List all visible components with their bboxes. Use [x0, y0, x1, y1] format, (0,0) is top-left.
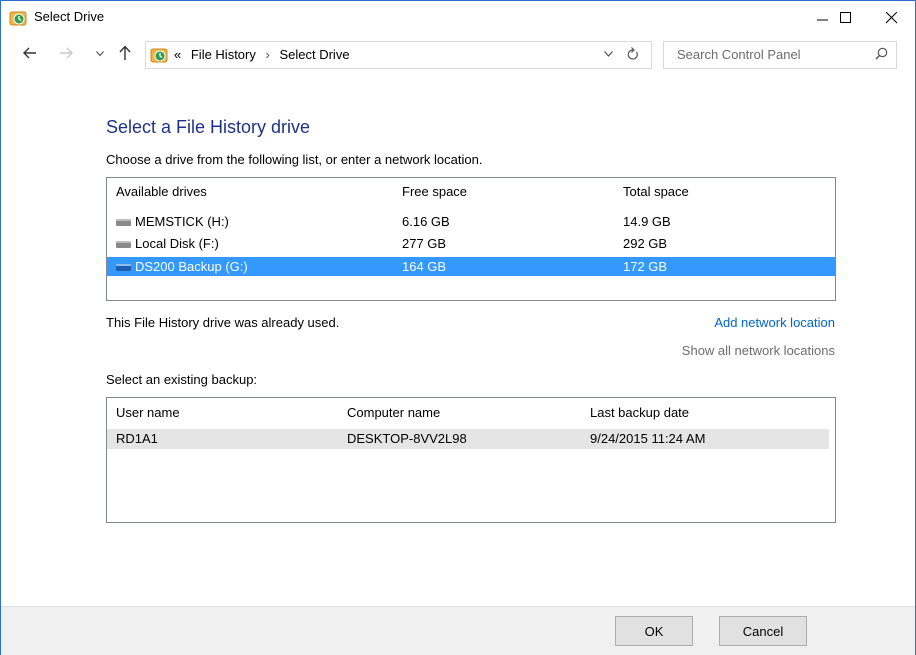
show-network-locations-label: Show all network locations	[681, 343, 835, 358]
column-free-space[interactable]: Free space	[402, 184, 467, 199]
column-user-name[interactable]: User name	[116, 405, 180, 420]
up-arrow-icon[interactable]	[119, 45, 131, 61]
drive-name: Local Disk (F:)	[135, 236, 219, 251]
drive-name: MEMSTICK (H:)	[135, 214, 229, 229]
file-history-icon	[9, 11, 27, 26]
ok-button[interactable]: OK	[615, 616, 693, 646]
available-drives-list[interactable]: Available drives Free space Total space …	[106, 177, 836, 301]
drive-name: DS200 Backup (G:)	[135, 259, 248, 274]
search-placeholder: Search Control Panel	[677, 47, 801, 62]
breadcrumb-file-history[interactable]: File History	[191, 47, 256, 62]
backups-list-header: User name Computer name Last backup date	[107, 403, 829, 423]
drive-free-space: 277 GB	[402, 236, 447, 251]
drive-icon	[116, 264, 131, 271]
drive-free-space: 6.16 GB	[402, 214, 450, 229]
drive-icon	[116, 241, 131, 248]
column-computer-name[interactable]: Computer name	[347, 405, 440, 420]
drive-used-message: This File History drive was already used…	[106, 315, 340, 330]
forward-arrow-icon[interactable]	[59, 47, 73, 59]
cancel-button[interactable]: Cancel	[719, 616, 807, 646]
close-icon	[886, 12, 898, 24]
maximize-button[interactable]	[823, 1, 869, 35]
breadcrumb-select-drive[interactable]: Select Drive	[279, 47, 349, 62]
column-last-backup-date[interactable]: Last backup date	[590, 405, 689, 420]
drive-row-ds200-backup[interactable]: DS200 Backup (G:) 164 GB 172 GB	[107, 257, 835, 276]
cancel-label: Cancel	[742, 623, 784, 639]
refresh-icon[interactable]	[627, 47, 639, 61]
dialog-footer: OK Cancel	[1, 606, 915, 655]
backup-computer-name: DESKTOP-8VV2L98	[347, 431, 467, 446]
search-icon[interactable]	[875, 47, 888, 60]
breadcrumb-separator[interactable]: ›	[266, 47, 270, 62]
drive-total-space: 292 GB	[623, 236, 668, 251]
column-total-space[interactable]: Total space	[623, 184, 689, 199]
ok-label: OK	[644, 623, 664, 639]
drive-total-space: 14.9 GB	[623, 214, 671, 229]
instruction-text: Choose a drive from the following list, …	[106, 152, 483, 167]
backup-row[interactable]: RD1A1 DESKTOP-8VV2L98 9/24/2015 11:24 AM	[107, 429, 829, 449]
backup-user-name: RD1A1	[116, 431, 158, 446]
existing-backup-label: Select an existing backup:	[106, 372, 258, 387]
drive-row-memstick[interactable]: MEMSTICK (H:) 6.16 GB 14.9 GB	[107, 212, 835, 231]
breadcrumb-overflow[interactable]: «	[174, 47, 181, 62]
back-arrow-icon[interactable]	[23, 47, 37, 59]
drive-total-space: 172 GB	[623, 259, 668, 274]
show-network-locations-link[interactable]: Show all network locations	[682, 343, 835, 358]
window-title: Select Drive	[34, 9, 105, 24]
drive-row-local-disk[interactable]: Local Disk (F:) 277 GB 292 GB	[107, 234, 835, 253]
page-title: Select a File History drive	[106, 117, 311, 137]
control-panel-icon	[150, 48, 168, 63]
column-available-drives[interactable]: Available drives	[116, 184, 207, 199]
title-bar: Select Drive	[1, 1, 915, 35]
recent-locations-chevron-icon[interactable]	[96, 51, 104, 57]
backup-last-date: 9/24/2015 11:24 AM	[590, 431, 706, 446]
add-network-location-link[interactable]: Add network location	[714, 315, 835, 330]
address-bar[interactable]: « File History › Select Drive	[145, 41, 652, 69]
address-dropdown-icon[interactable]	[604, 51, 613, 57]
drive-icon	[116, 219, 131, 226]
drive-free-space: 164 GB	[402, 259, 447, 274]
existing-backups-list[interactable]: User name Computer name Last backup date…	[106, 397, 836, 523]
maximize-icon	[840, 12, 851, 23]
navigation-bar: « File History › Select Drive Search Con…	[1, 41, 915, 71]
close-button[interactable]	[869, 1, 915, 35]
drives-list-header: Available drives Free space Total space	[107, 182, 835, 201]
search-box[interactable]: Search Control Panel	[663, 41, 897, 69]
select-drive-window: Select Drive « File History › Select Dri…	[0, 0, 916, 655]
breadcrumb: « File History › Select Drive	[174, 47, 356, 62]
add-network-location-label: Add network location	[714, 315, 835, 330]
